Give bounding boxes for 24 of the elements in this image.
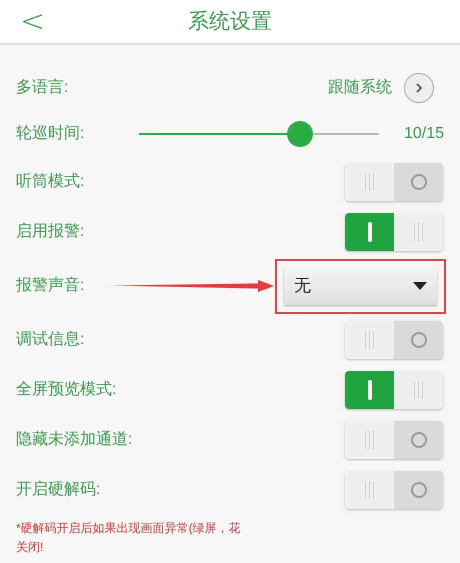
caret-icon (413, 282, 427, 290)
setting-label: 报警声音: (16, 277, 84, 294)
dropdown[interactable]: 无 (284, 268, 437, 304)
setting-label: 多语言: (16, 78, 68, 98)
warning-note: *硬解码开启后如果出现画面异常(绿屏，花 关闭! (15, 520, 242, 556)
toggle-switch[interactable] (345, 213, 443, 251)
setting-label: 开启硬解码: (16, 480, 100, 500)
setting-label: 全屏预览模式: (16, 380, 116, 400)
page-title: 系统设置 (188, 8, 272, 35)
toggle-switch[interactable] (345, 421, 443, 459)
setting-value[interactable]: 跟随系统 (328, 76, 392, 100)
toggle-switch[interactable] (345, 471, 443, 509)
chevron-right-icon[interactable] (404, 73, 434, 103)
setting-label: 听筒模式: (16, 172, 84, 192)
toggle-switch[interactable] (345, 163, 443, 201)
setting-label: 轮巡时间: (16, 125, 84, 142)
setting-label: 调试信息: (16, 330, 84, 350)
toggle-switch[interactable] (345, 321, 443, 359)
slider-reading: 10/15 (404, 124, 444, 144)
setting-label: 启用报警: (16, 222, 84, 242)
back-button[interactable]: < (20, 6, 46, 36)
setting-label: 隐藏未添加通道: (16, 430, 132, 450)
toggle-switch[interactable] (345, 371, 443, 409)
slider-thumb[interactable] (286, 121, 313, 147)
